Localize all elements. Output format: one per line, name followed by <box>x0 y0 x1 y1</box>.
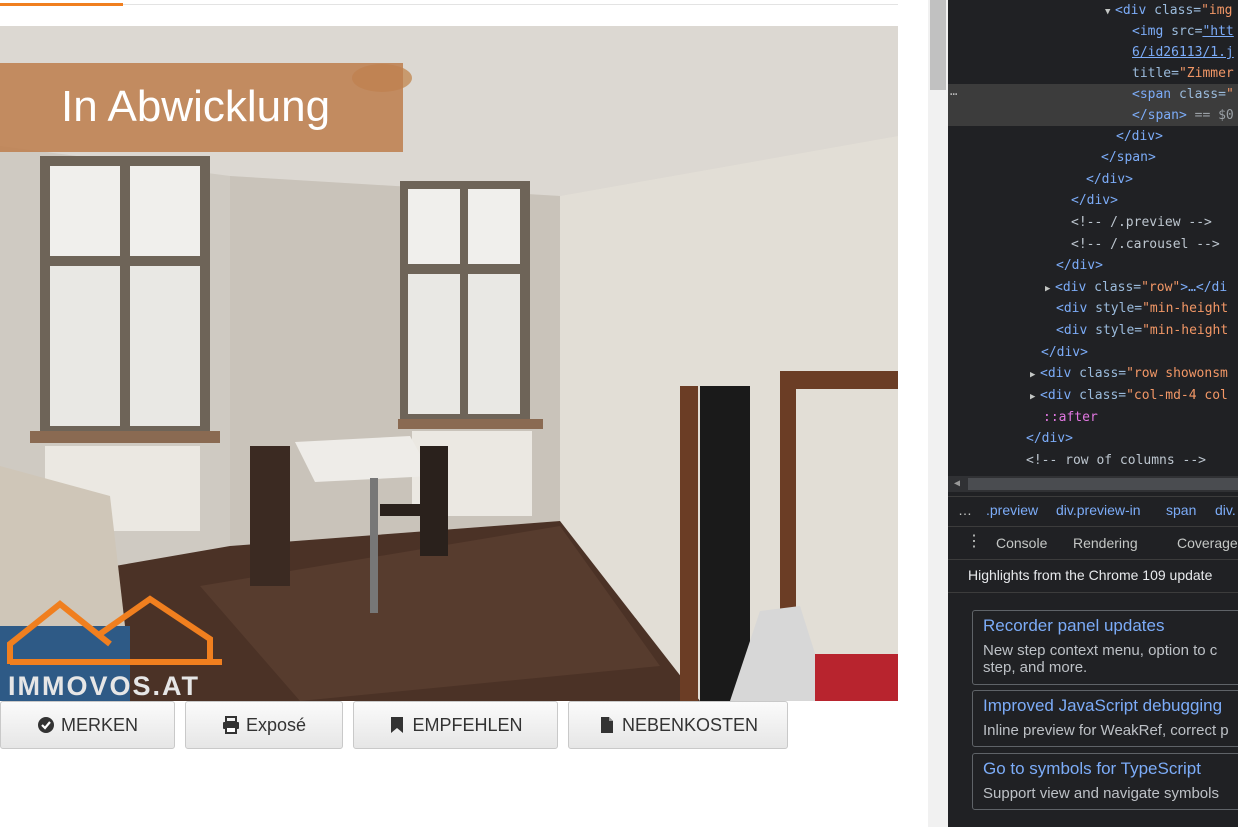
breadcrumb-item[interactable]: span <box>1166 502 1196 518</box>
card-title[interactable]: Go to symbols for TypeScript <box>983 759 1201 779</box>
nebenkosten-label: NEBENKOSTEN <box>621 714 759 735</box>
dom-line[interactable]: ▶ <div class="row">…</di <box>948 277 1238 298</box>
whats-new-card[interactable]: Improved JavaScript debugging Inline pre… <box>972 690 1238 747</box>
page-scrollbar-thumb[interactable] <box>930 0 946 90</box>
dom-comment[interactable]: <!-- /.preview --> <box>948 212 1238 233</box>
drawer-tabs: ⋮ Console Rendering Coverage <box>948 526 1238 560</box>
merken-label: MERKEN <box>60 714 138 735</box>
active-tab-indicator <box>0 3 123 6</box>
dom-line[interactable]: ▶ <div class="col-md-4 col <box>948 385 1238 406</box>
dom-comment[interactable]: <!-- /.carousel --> <box>948 234 1238 255</box>
dom-line[interactable]: </div> <box>948 126 1238 147</box>
empfehlen-label: EMPFEHLEN <box>412 714 523 735</box>
dom-line-selected[interactable]: </span> == $0 <box>948 105 1238 126</box>
dom-pseudo[interactable]: ::after <box>948 407 1238 428</box>
file-icon <box>600 717 613 733</box>
listing-page: In Abwicklung IMMOVOS.AT MERKEN Exposé E… <box>0 0 928 827</box>
breadcrumb-item[interactable]: div. <box>1215 502 1236 518</box>
elements-tree[interactable]: ▼ <div class="img <img src="htt 6/id26113… <box>948 0 1238 472</box>
dom-line[interactable]: </div> <box>948 342 1238 363</box>
divider <box>948 592 1238 593</box>
check-circle-icon <box>37 717 54 733</box>
dom-line[interactable]: </span> <box>948 147 1238 168</box>
dom-line[interactable]: 6/id26113/1.j <box>948 42 1238 63</box>
dom-line[interactable]: <img src="htt <box>948 21 1238 42</box>
breadcrumb-overflow[interactable]: … <box>958 502 972 518</box>
dom-line[interactable]: </div> <box>948 190 1238 211</box>
breadcrumb-item[interactable]: div.preview-in <box>1056 502 1141 518</box>
tab-console[interactable]: Console <box>996 535 1047 551</box>
breadcrumb-item[interactable]: .preview <box>986 502 1038 518</box>
whats-new-card[interactable]: Recorder panel updates New step context … <box>972 610 1238 685</box>
logo-text: IMMOVOS.AT <box>8 671 200 701</box>
more-tools-icon[interactable]: ⋮ <box>966 531 982 551</box>
status-banner: In Abwicklung <box>0 63 403 152</box>
card-description: step, and more. <box>983 659 1088 676</box>
nebenkosten-button[interactable]: NEBENKOSTEN <box>568 701 788 749</box>
status-text: In Abwicklung <box>61 82 331 131</box>
dom-line[interactable]: </div> <box>948 428 1238 449</box>
tab-divider <box>0 4 898 5</box>
expose-button[interactable]: Exposé <box>185 701 343 749</box>
card-title[interactable]: Improved JavaScript debugging <box>983 696 1222 716</box>
dom-line[interactable]: ▶ <div class="row showonsm <box>948 363 1238 384</box>
dom-line[interactable]: </div> <box>948 255 1238 276</box>
bookmark-icon <box>391 717 404 733</box>
dom-line[interactable]: ▼ <div class="img <box>948 0 1238 21</box>
empfehlen-button[interactable]: EMPFEHLEN <box>353 701 558 749</box>
card-description: Support view and navigate symbols <box>983 785 1219 802</box>
card-description: Inline preview for WeakRef, correct p <box>983 722 1229 739</box>
tab-coverage[interactable]: Coverage <box>1177 535 1238 551</box>
scroll-left-icon[interactable]: ◀ <box>954 476 960 492</box>
dom-line[interactable]: <div style="min-height <box>948 298 1238 319</box>
whats-new-title: Highlights from the Chrome 109 update <box>968 567 1213 583</box>
expose-label: Exposé <box>245 714 307 735</box>
tab-rendering[interactable]: Rendering <box>1073 535 1138 551</box>
breadcrumb: … .preview div.preview-in span div. <box>948 496 1238 525</box>
dom-line[interactable]: <div style="min-height <box>948 320 1238 341</box>
elements-hscrollbar-thumb[interactable] <box>968 478 1238 490</box>
property-photo[interactable]: In Abwicklung IMMOVOS.AT <box>0 26 898 701</box>
ellipsis-icon[interactable]: ⋯ <box>950 84 957 105</box>
dom-line-selected[interactable]: ⋯ <span class=" <box>948 84 1238 105</box>
page-scrollbar[interactable] <box>928 0 948 827</box>
dom-comment[interactable]: <!-- row of columns --> <box>948 450 1238 471</box>
print-icon <box>222 716 239 734</box>
devtools-panel: ▼ <div class="img <img src="htt 6/id26113… <box>948 0 1238 827</box>
dom-line[interactable]: title="Zimmer <box>948 63 1238 84</box>
immovos-logo: IMMOVOS.AT <box>0 594 240 701</box>
card-description: New step context menu, option to c <box>983 642 1218 659</box>
whats-new-card[interactable]: Go to symbols for TypeScript Support vie… <box>972 753 1238 810</box>
dom-line[interactable]: </div> <box>948 169 1238 190</box>
merken-button[interactable]: MERKEN <box>0 701 175 749</box>
card-title[interactable]: Recorder panel updates <box>983 616 1164 636</box>
house-logo-icon <box>7 595 222 665</box>
